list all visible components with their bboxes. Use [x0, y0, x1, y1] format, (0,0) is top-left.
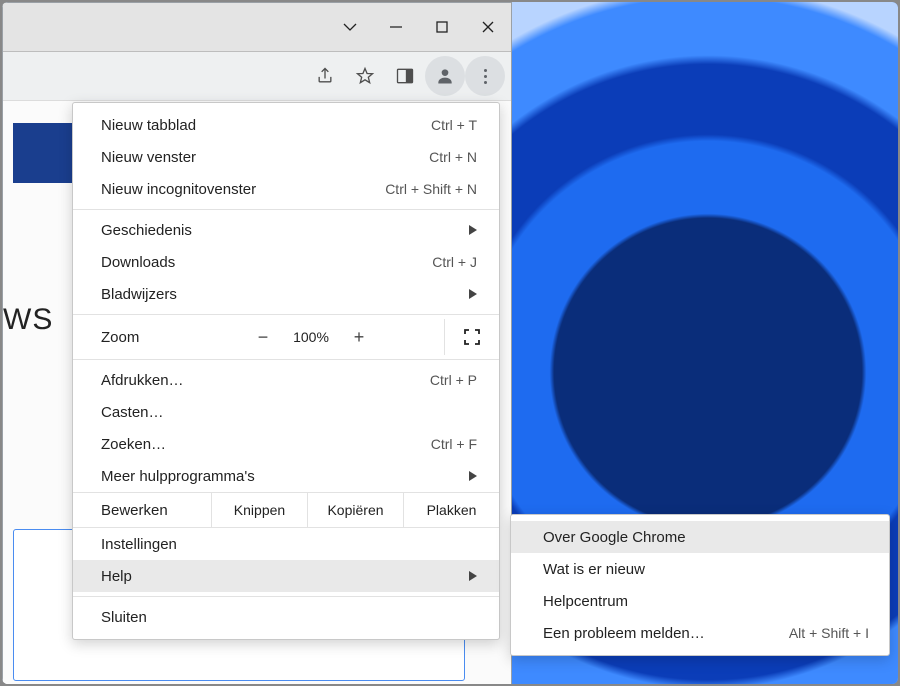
window-close-button[interactable]: [465, 3, 511, 51]
help-submenu: Over Google Chrome Wat is er nieuw Helpc…: [510, 514, 890, 656]
chrome-main-menu: Nieuw tabblad Ctrl + T Nieuw venster Ctr…: [72, 102, 500, 640]
menu-item-bookmarks[interactable]: Bladwijzers: [73, 278, 499, 310]
menu-label: Helpcentrum: [543, 593, 869, 610]
side-panel-icon[interactable]: [385, 56, 425, 96]
menu-shortcut: Alt + Shift + I: [789, 625, 869, 641]
menu-label: Nieuw incognitovenster: [101, 181, 385, 198]
menu-shortcut: Ctrl + Shift + N: [385, 181, 477, 197]
window-title-bar: [3, 3, 511, 52]
menu-item-downloads[interactable]: Downloads Ctrl + J: [73, 246, 499, 278]
menu-item-print[interactable]: Afdrukken… Ctrl + P: [73, 364, 499, 396]
submenu-arrow-icon: [469, 568, 477, 585]
window-maximize-button[interactable]: [419, 3, 465, 51]
menu-item-zoom: Zoom − 100% +: [73, 319, 499, 355]
menu-item-new-incognito[interactable]: Nieuw incognitovenster Ctrl + Shift + N: [73, 173, 499, 205]
edit-cut-button[interactable]: Knippen: [211, 493, 307, 527]
submenu-arrow-icon: [469, 468, 477, 485]
menu-label: Geschiedenis: [101, 222, 469, 239]
menu-item-more-tools[interactable]: Meer hulpprogramma's: [73, 460, 499, 492]
menu-item-new-window[interactable]: Nieuw venster Ctrl + N: [73, 141, 499, 173]
submenu-item-report-issue[interactable]: Een probleem melden… Alt + Shift + I: [511, 617, 889, 649]
menu-label: Casten…: [101, 404, 477, 421]
menu-item-new-tab[interactable]: Nieuw tabblad Ctrl + T: [73, 109, 499, 141]
menu-item-exit[interactable]: Sluiten: [73, 601, 499, 633]
menu-item-help[interactable]: Help: [73, 560, 499, 592]
page-text-fragment: WS: [3, 303, 53, 337]
menu-label: Nieuw venster: [101, 149, 429, 166]
menu-label: Afdrukken…: [101, 372, 430, 389]
menu-label: Zoeken…: [101, 436, 431, 453]
window-minimize-button[interactable]: [373, 3, 419, 51]
page-header-fragment: [13, 123, 73, 183]
menu-item-edit-row: Bewerken Knippen Kopiëren Plakken: [73, 492, 499, 528]
menu-separator: [73, 209, 499, 210]
submenu-item-about-chrome[interactable]: Over Google Chrome: [511, 521, 889, 553]
menu-label: Downloads: [101, 254, 432, 271]
menu-shortcut: Ctrl + P: [430, 372, 477, 388]
chrome-menu-button[interactable]: [465, 56, 505, 96]
menu-label: Sluiten: [101, 609, 477, 626]
menu-separator: [73, 596, 499, 597]
fullscreen-button[interactable]: [444, 319, 499, 355]
menu-separator: [73, 359, 499, 360]
menu-label: Een probleem melden…: [543, 625, 789, 642]
menu-separator: [73, 314, 499, 315]
browser-toolbar: [3, 52, 511, 101]
menu-label: Bladwijzers: [101, 286, 469, 303]
submenu-item-whats-new[interactable]: Wat is er nieuw: [511, 553, 889, 585]
menu-shortcut: Ctrl + N: [429, 149, 477, 165]
menu-shortcut: Ctrl + J: [432, 254, 477, 270]
zoom-value: 100%: [283, 329, 339, 345]
menu-item-settings[interactable]: Instellingen: [73, 528, 499, 560]
menu-label: Zoom: [101, 329, 243, 346]
menu-item-cast[interactable]: Casten…: [73, 396, 499, 428]
edit-paste-button[interactable]: Plakken: [403, 493, 499, 527]
menu-item-history[interactable]: Geschiedenis: [73, 214, 499, 246]
menu-label: Help: [101, 568, 469, 585]
profile-avatar-icon[interactable]: [425, 56, 465, 96]
submenu-arrow-icon: [469, 222, 477, 239]
menu-label: Over Google Chrome: [543, 529, 869, 546]
edit-copy-button[interactable]: Kopiëren: [307, 493, 403, 527]
menu-label: Meer hulpprogramma's: [101, 468, 469, 485]
menu-item-find[interactable]: Zoeken… Ctrl + F: [73, 428, 499, 460]
bookmark-star-icon[interactable]: [345, 56, 385, 96]
menu-label: Nieuw tabblad: [101, 117, 431, 134]
zoom-in-button[interactable]: +: [339, 327, 379, 348]
share-icon[interactable]: [305, 56, 345, 96]
menu-label: Instellingen: [101, 536, 477, 553]
menu-label: Bewerken: [73, 493, 211, 527]
submenu-item-help-center[interactable]: Helpcentrum: [511, 585, 889, 617]
zoom-out-button[interactable]: −: [243, 327, 283, 348]
submenu-arrow-icon: [469, 286, 477, 303]
tab-search-button[interactable]: [327, 3, 373, 51]
menu-shortcut: Ctrl + F: [431, 436, 477, 452]
menu-label: Wat is er nieuw: [543, 561, 869, 578]
menu-shortcut: Ctrl + T: [431, 117, 477, 133]
desktop-wallpaper: WS Nieuw tabblad Ctrl + T Nieuw venster …: [2, 2, 898, 684]
